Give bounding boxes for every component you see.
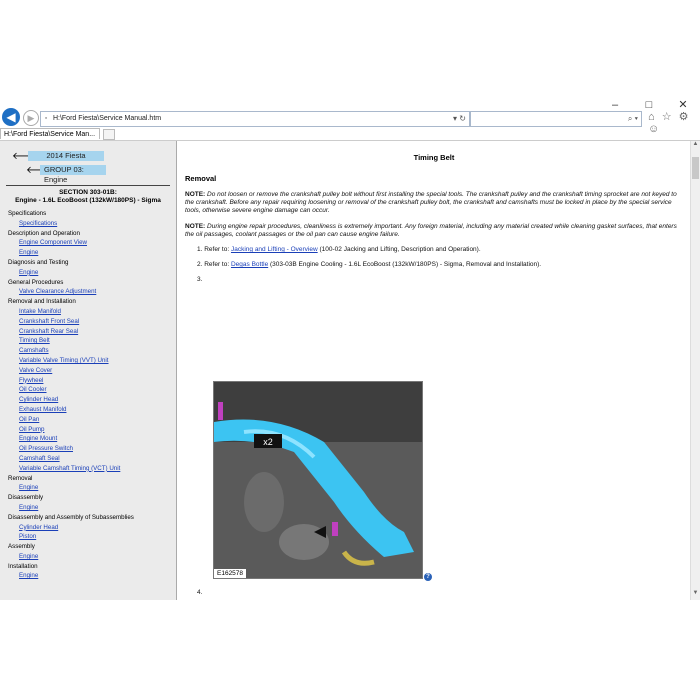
- browser-window: – □ ✕ ◀ ▶ ▫ H:\Ford Fiesta\Service Manua…: [0, 98, 700, 600]
- search-input[interactable]: ⌕ ▾: [470, 111, 642, 127]
- section-header: SECTION 303-01B: Engine - 1.6L EcoBoost …: [6, 185, 170, 205]
- menu-link[interactable]: Variable Camshaft Timing (VCT) Unit: [0, 464, 176, 474]
- menu-link[interactable]: Engine: [0, 248, 176, 258]
- menu-link[interactable]: Oil Pressure Switch: [0, 444, 176, 454]
- menu-category: Disassembly and Assembly of Subassemblie…: [8, 513, 134, 521]
- menu-link[interactable]: Engine: [0, 571, 176, 581]
- note-label: NOTE:: [185, 191, 206, 198]
- address-bar[interactable]: ▫ H:\Ford Fiesta\Service Manual.htm ▾ ↻: [40, 111, 470, 127]
- step-2: 2. Refer to: Degas Bottle (303-03B Engin…: [197, 261, 691, 269]
- menu-category: Description and Operation: [8, 229, 80, 237]
- scroll-down-icon[interactable]: ▼: [691, 590, 700, 600]
- menu-link[interactable]: Valve Clearance Adjustment: [0, 287, 176, 297]
- menu-link[interactable]: Camshaft Seal: [0, 454, 176, 464]
- menu-link[interactable]: Crankshaft Rear Seal: [0, 327, 176, 337]
- address-text: H:\Ford Fiesta\Service Manual.htm: [52, 115, 162, 122]
- note-paragraph: NOTE: Do not loosen or remove the cranks…: [185, 191, 683, 215]
- scroll-thumb[interactable]: [692, 157, 699, 179]
- menu-category: Installation: [8, 562, 38, 570]
- menu-link[interactable]: Oil Pump: [0, 425, 176, 435]
- menu-category: Removal: [8, 474, 33, 482]
- page-content: 🡐 2014 Fiesta 🡐 GROUP 03: Engine SECTION…: [0, 141, 700, 600]
- step-text: Refer to:: [204, 246, 231, 253]
- step-text: Refer to:: [204, 261, 231, 268]
- menu-link[interactable]: Intake Manifold: [0, 307, 176, 317]
- figure-caption: E162578: [214, 569, 247, 578]
- jacking-lifting-link[interactable]: Jacking and Lifting - Overview: [231, 246, 318, 253]
- page-icon: ▫: [44, 115, 48, 122]
- section-line1: SECTION 303-01B:: [59, 189, 117, 196]
- menu-link[interactable]: Timing Belt: [0, 336, 176, 346]
- note-text: During engine repair procedures, cleanli…: [185, 223, 677, 238]
- menu-link[interactable]: Exhaust Manifold: [0, 405, 176, 415]
- nav-year[interactable]: 2014 Fiesta: [28, 150, 104, 161]
- nav-group-row[interactable]: 🡐 GROUP 03: Engine: [12, 164, 106, 184]
- menu-category: Assembly: [8, 543, 35, 551]
- page-title: Timing Belt: [413, 153, 455, 162]
- new-tab-button[interactable]: [103, 129, 115, 140]
- nav-group[interactable]: GROUP 03: Engine: [40, 164, 106, 184]
- menu-category: Specifications: [8, 210, 47, 217]
- menu-link[interactable]: Camshafts: [0, 346, 176, 356]
- left-arrow-icon[interactable]: 🡐: [12, 150, 39, 162]
- sidebar-nav: 🡐 2014 Fiesta 🡐 GROUP 03: Engine: [0, 141, 176, 184]
- scroll-up-icon[interactable]: ▲: [691, 141, 700, 151]
- main-document: Timing Belt Removal NOTE: Do not loosen …: [177, 141, 691, 600]
- step-text: (100-02 Jacking and Lifting, Description…: [317, 246, 481, 253]
- menu-category: Removal and Installation: [8, 298, 76, 306]
- menu-link[interactable]: Cylinder Head: [0, 523, 176, 533]
- search-actions[interactable]: ⌕ ▾: [628, 112, 638, 126]
- menu-link[interactable]: Specifications: [0, 219, 176, 229]
- note-text: Do not loosen or remove the crankshaft p…: [185, 191, 677, 214]
- note-paragraph: NOTE: During engine repair procedures, c…: [185, 223, 683, 239]
- menu-link[interactable]: Valve Cover: [0, 366, 176, 376]
- section-line2: Engine - 1.6L EcoBoost (132kW/180PS) - S…: [15, 197, 161, 204]
- back-arrow-icon[interactable]: ◀: [2, 108, 20, 126]
- menu-link[interactable]: Engine: [0, 483, 176, 493]
- degas-bottle-link[interactable]: Degas Bottle: [231, 261, 268, 268]
- step-3: 3.: [197, 276, 203, 283]
- vertical-scrollbar[interactable]: ▲ ▼: [690, 141, 700, 600]
- menu-category: General Procedures: [8, 278, 64, 286]
- step-1: 1. Refer to: Jacking and Lifting - Overv…: [197, 246, 691, 254]
- figure-e162578: x2 E162578: [213, 381, 423, 579]
- tab-bar: H:\Ford Fiesta\Service Man...: [0, 128, 700, 141]
- sidebar-menu: Specifications Specifications Description …: [0, 209, 176, 581]
- menu-link[interactable]: Engine: [0, 503, 176, 513]
- menu-link[interactable]: Oil Cooler: [0, 385, 176, 395]
- menu-link[interactable]: Piston: [0, 532, 176, 542]
- step-number: 2.: [197, 261, 203, 268]
- help-icon[interactable]: ?: [424, 573, 432, 581]
- menu-link[interactable]: Oil Pan: [0, 415, 176, 425]
- menu-link[interactable]: Variable Valve Timing (VVT) Unit: [0, 356, 176, 366]
- step-4: 4.: [197, 589, 203, 596]
- step-number: 1.: [197, 246, 203, 253]
- section-heading: Removal: [185, 174, 217, 183]
- nav-year-row[interactable]: 🡐 2014 Fiesta: [12, 150, 104, 162]
- menu-category: Diagnosis and Testing: [8, 258, 69, 266]
- engine-illustration: x2: [214, 382, 422, 578]
- menu-link[interactable]: Engine Mount: [0, 434, 176, 444]
- left-arrow-icon[interactable]: 🡐: [26, 164, 53, 176]
- menu-link[interactable]: Crankshaft Front Seal: [0, 317, 176, 327]
- menu-link[interactable]: Flywheel: [0, 376, 176, 386]
- menu-link[interactable]: Engine: [0, 552, 176, 562]
- tab-service-manual[interactable]: H:\Ford Fiesta\Service Man...: [0, 128, 100, 139]
- menu-link[interactable]: Cylinder Head: [0, 395, 176, 405]
- menu-link[interactable]: Engine Component View: [0, 238, 176, 248]
- step-text: (303-03B Engine Cooling - 1.6L EcoBoost …: [268, 261, 542, 268]
- menu-category: Disassembly: [8, 494, 44, 502]
- menu-link[interactable]: Engine: [0, 268, 176, 278]
- sidebar: 🡐 2014 Fiesta 🡐 GROUP 03: Engine SECTION…: [0, 141, 177, 600]
- address-actions[interactable]: ▾ ↻: [453, 112, 466, 126]
- navigation-bar: ◀ ▶ ▫ H:\Ford Fiesta\Service Manual.htm …: [0, 108, 700, 135]
- note-label: NOTE:: [185, 223, 206, 230]
- callout-x2: x2: [263, 437, 273, 447]
- forward-arrow-icon[interactable]: ▶: [23, 110, 39, 126]
